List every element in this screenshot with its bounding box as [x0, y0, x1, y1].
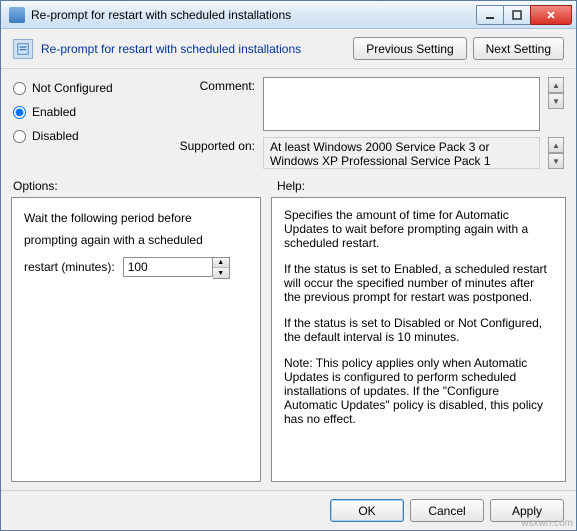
footer: OK Cancel Apply: [1, 490, 576, 530]
dialog-window: Re-prompt for restart with scheduled ins…: [0, 0, 577, 531]
comment-scroll: ▲ ▼: [548, 77, 564, 109]
scroll-down-icon[interactable]: ▼: [548, 153, 564, 169]
comment-label: Comment:: [175, 77, 255, 93]
minimize-button[interactable]: [476, 5, 504, 25]
supported-value: At least Windows 2000 Service Pack 3 or …: [270, 140, 533, 168]
cancel-button[interactable]: Cancel: [410, 499, 484, 522]
options-line: Wait the following period before: [24, 208, 248, 230]
window-controls: [477, 5, 572, 25]
state-radio-group: Not Configured Enabled Disabled: [13, 77, 163, 169]
help-pane: Specifies the amount of time for Automat…: [271, 197, 566, 482]
help-paragraph: If the status is set to Disabled or Not …: [284, 316, 553, 344]
next-setting-button[interactable]: Next Setting: [473, 37, 564, 60]
help-paragraph: If the status is set to Enabled, a sched…: [284, 262, 553, 304]
restart-minutes-input[interactable]: [123, 257, 213, 277]
maximize-button[interactable]: [503, 5, 531, 25]
ok-button[interactable]: OK: [330, 499, 404, 522]
help-label: Help:: [277, 179, 305, 193]
options-pane: Wait the following period before prompti…: [11, 197, 261, 482]
restart-minutes-stepper[interactable]: ▲ ▼: [123, 257, 230, 279]
pane-labels: Options: Help:: [1, 173, 576, 197]
scroll-up-icon[interactable]: ▲: [548, 137, 564, 153]
watermark: wsxwn.com: [521, 518, 573, 529]
help-paragraph: Note: This policy applies only when Auto…: [284, 356, 553, 426]
radio-not-configured-input[interactable]: [13, 82, 26, 95]
close-button[interactable]: [530, 5, 572, 25]
radio-label: Enabled: [32, 105, 76, 119]
help-paragraph: Specifies the amount of time for Automat…: [284, 208, 553, 250]
policy-icon: [13, 39, 33, 59]
titlebar-text: Re-prompt for restart with scheduled ins…: [31, 8, 477, 22]
split-panes: Wait the following period before prompti…: [1, 197, 576, 490]
supported-label: Supported on:: [175, 137, 255, 153]
app-icon: [9, 7, 25, 23]
radio-enabled-input[interactable]: [13, 106, 26, 119]
radio-not-configured[interactable]: Not Configured: [13, 81, 163, 95]
options-line: prompting again with a scheduled: [24, 230, 248, 252]
titlebar[interactable]: Re-prompt for restart with scheduled ins…: [1, 1, 576, 29]
comment-textarea[interactable]: [263, 77, 540, 131]
scroll-down-icon[interactable]: ▼: [548, 93, 564, 109]
spinner-up-icon[interactable]: ▲: [213, 258, 229, 268]
header-row: Re-prompt for restart with scheduled ins…: [1, 29, 576, 69]
radio-disabled-input[interactable]: [13, 130, 26, 143]
radio-disabled[interactable]: Disabled: [13, 129, 163, 143]
supported-text: At least Windows 2000 Service Pack 3 or …: [263, 137, 540, 169]
options-label: Options:: [13, 179, 261, 193]
header-title: Re-prompt for restart with scheduled ins…: [41, 42, 353, 56]
radio-label: Disabled: [32, 129, 79, 143]
spinner-label: restart (minutes):: [24, 257, 115, 279]
spinner-down-icon[interactable]: ▼: [213, 268, 229, 278]
radio-label: Not Configured: [32, 81, 113, 95]
scroll-up-icon[interactable]: ▲: [548, 77, 564, 93]
config-row: Not Configured Enabled Disabled Comment:…: [1, 69, 576, 173]
radio-enabled[interactable]: Enabled: [13, 105, 163, 119]
previous-setting-button[interactable]: Previous Setting: [353, 37, 466, 60]
supported-scroll: ▲ ▼: [548, 137, 564, 169]
